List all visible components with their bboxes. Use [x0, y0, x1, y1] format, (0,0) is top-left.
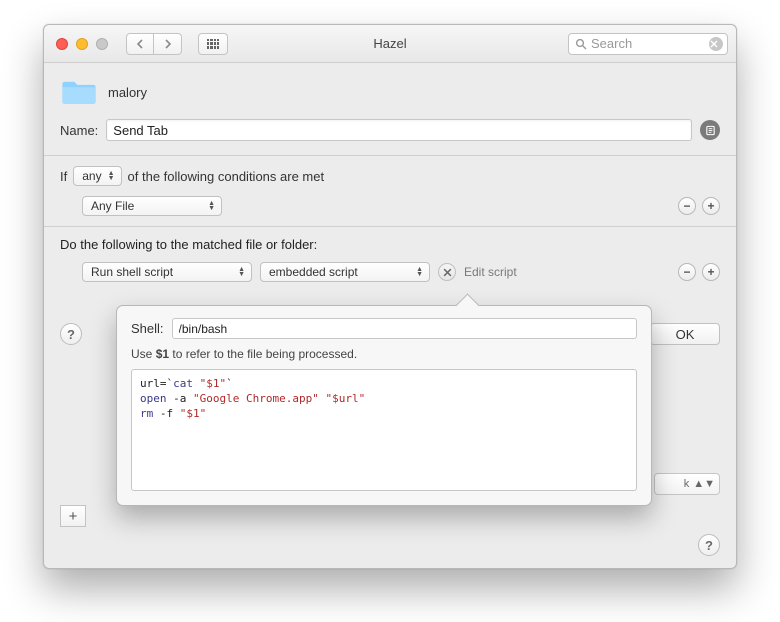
if-prefix: If [60, 169, 67, 184]
clear-search-button[interactable] [709, 37, 723, 51]
nav-forward-button[interactable] [154, 33, 182, 55]
hint-var: $1 [156, 347, 169, 361]
pane-help-button[interactable]: ? [698, 534, 720, 556]
window-controls [52, 38, 108, 50]
updown-icon: ▲▼ [208, 201, 215, 211]
add-condition-button[interactable]: + [702, 197, 720, 215]
notes-button[interactable] [700, 120, 720, 140]
name-label: Name: [60, 123, 98, 138]
partial-popup-label: k [684, 478, 690, 490]
remove-action-button[interactable]: − [678, 263, 696, 281]
hazel-window: Hazel Search malory Name: [43, 24, 737, 569]
condition-row-controls: − + [678, 197, 720, 215]
titlebar: Hazel Search [44, 25, 736, 63]
close-icon [710, 40, 718, 48]
updown-icon: ▲▼ [693, 478, 715, 490]
grid-icon [207, 39, 219, 49]
script-textarea[interactable]: url=`cat "$1"` open -a "Google Chrome.ap… [131, 369, 637, 491]
search-placeholder: Search [591, 36, 632, 51]
action-row-controls: − + [678, 263, 720, 281]
script-info-button[interactable] [438, 263, 456, 281]
note-icon [705, 125, 716, 136]
condition-subject-popup[interactable]: Any File ▲▼ [82, 196, 222, 216]
shell-row: Shell: [131, 318, 637, 339]
updown-icon: ▲▼ [108, 171, 115, 181]
actions-header: Do the following to the matched file or … [60, 237, 720, 252]
minimize-window-button[interactable] [76, 38, 88, 50]
condition-row: Any File ▲▼ − + [60, 196, 720, 216]
script-source-value: embedded script [269, 265, 358, 279]
chevron-right-icon [164, 39, 172, 49]
help-button[interactable]: ? [60, 323, 82, 345]
edit-script-link[interactable]: Edit script [464, 265, 517, 279]
chevron-left-icon [136, 39, 144, 49]
show-all-button[interactable] [198, 33, 228, 55]
action-row: Run shell script ▲▼ embedded script ▲▼ E… [60, 262, 720, 282]
if-suffix: of the following conditions are met [128, 169, 325, 184]
updown-icon: ▲▼ [416, 267, 423, 277]
condition-mode-value: any [82, 169, 101, 183]
actions-section: Do the following to the matched file or … [44, 227, 736, 292]
name-row: Name: [44, 119, 736, 155]
rule-sheet: malory Name: If any ▲▼ [44, 63, 736, 292]
zoom-window-button[interactable] [96, 38, 108, 50]
nav-group [126, 33, 182, 55]
add-rule-button[interactable]: + [60, 505, 86, 527]
conditions-header: If any ▲▼ of the following conditions ar… [60, 166, 720, 186]
shell-path-field[interactable] [172, 318, 637, 339]
add-action-button[interactable]: + [702, 263, 720, 281]
search-icon [575, 38, 587, 50]
folder-name: malory [108, 85, 147, 100]
script-editor-popover: Shell: Use $1 to refer to the file being… [116, 305, 652, 506]
conditions-section: If any ▲▼ of the following conditions ar… [44, 156, 736, 226]
action-type-value: Run shell script [91, 265, 173, 279]
script-hint: Use $1 to refer to the file being proces… [131, 347, 637, 361]
search-field[interactable]: Search [568, 33, 728, 55]
hint-post: to refer to the file being processed. [169, 347, 357, 361]
action-type-popup[interactable]: Run shell script ▲▼ [82, 262, 252, 282]
folder-icon [60, 77, 98, 107]
nav-back-button[interactable] [126, 33, 154, 55]
folder-header: malory [44, 63, 736, 119]
ok-button[interactable]: OK [650, 323, 720, 345]
rule-name-field[interactable] [106, 119, 692, 141]
updown-icon: ▲▼ [238, 267, 245, 277]
script-source-popup[interactable]: embedded script ▲▼ [260, 262, 430, 282]
hint-pre: Use [131, 347, 156, 361]
condition-mode-popup[interactable]: any ▲▼ [73, 166, 121, 186]
close-icon [443, 268, 452, 277]
close-window-button[interactable] [56, 38, 68, 50]
partial-popup[interactable]: k ▲▼ [654, 473, 720, 495]
condition-subject-value: Any File [91, 199, 134, 213]
shell-label: Shell: [131, 321, 164, 336]
remove-condition-button[interactable]: − [678, 197, 696, 215]
